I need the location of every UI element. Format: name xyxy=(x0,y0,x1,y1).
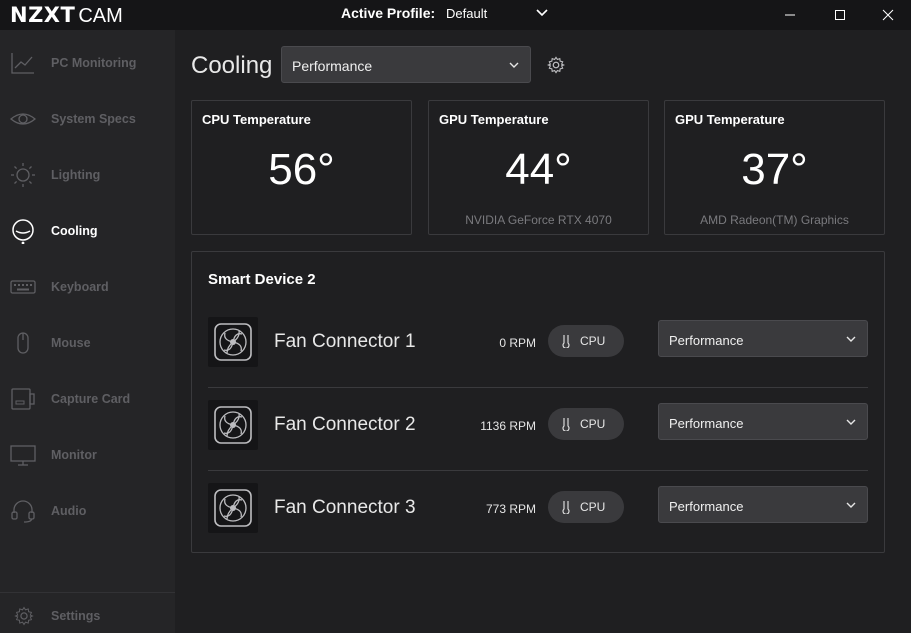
active-profile-label: Active Profile: xyxy=(341,5,436,21)
temp-card-value: 44° xyxy=(505,145,572,194)
cooling-profile-value: Performance xyxy=(292,58,373,74)
cpu-temperature-card: CPU Temperature 56° xyxy=(191,100,412,235)
fan-name: Fan Connector 2 xyxy=(274,414,416,435)
fan-row: Fan Connector 3 773 RPM CPU Performance xyxy=(208,471,868,554)
logo-product: CAM xyxy=(78,5,123,27)
fan-rpm: 773 RPM xyxy=(485,502,536,516)
fan-profile-select[interactable]: Performance xyxy=(658,486,868,523)
sidebar-item-label: Monitor xyxy=(51,448,97,462)
fan-source-button[interactable]: CPU xyxy=(548,491,624,523)
gear-icon xyxy=(14,606,34,626)
fan-icon xyxy=(208,483,258,533)
device-title: Smart Device 2 xyxy=(208,271,316,288)
chevron-down-icon xyxy=(846,419,856,425)
fan-icon xyxy=(208,400,258,450)
fan-source-button[interactable]: CPU xyxy=(548,325,624,357)
nzxt-cam-logo: NZXT CAM xyxy=(10,3,123,27)
chevron-down-icon xyxy=(509,62,519,68)
fan-row: Fan Connector 2 1136 RPM CPU Performance xyxy=(208,388,868,471)
sidebar-item-label: Mouse xyxy=(51,336,91,350)
minimize-icon xyxy=(785,14,795,16)
sidebar-item-label: Lighting xyxy=(51,168,101,182)
fan-source-label: CPU xyxy=(580,500,606,514)
mouse-icon xyxy=(10,330,36,356)
sidebar-item-mouse[interactable]: Mouse xyxy=(0,315,175,371)
sidebar-item-system-specs[interactable]: System Specs xyxy=(0,91,175,147)
chevron-down-icon xyxy=(846,336,856,342)
fan-profile-value: Performance xyxy=(669,499,744,514)
keyboard-icon xyxy=(10,274,36,300)
fan-profile-value: Performance xyxy=(669,416,744,431)
cooling-icon xyxy=(10,218,36,245)
sidebar-item-monitor[interactable]: Monitor xyxy=(0,427,175,483)
page-title: Cooling xyxy=(191,52,273,79)
chevron-down-icon[interactable] xyxy=(535,5,549,19)
sidebar-item-settings[interactable]: Settings xyxy=(0,588,175,633)
close-button[interactable] xyxy=(865,0,911,30)
maximize-icon xyxy=(835,10,845,20)
sun-icon xyxy=(10,162,36,188)
smart-device-panel: Smart Device 2 Fan Connector 1 0 RPM CPU… xyxy=(191,251,885,553)
fan-profile-select[interactable]: Performance xyxy=(658,320,868,357)
fan-name: Fan Connector 3 xyxy=(274,497,416,518)
title-bar: NZXT CAM Active Profile: Default xyxy=(0,0,911,30)
cooling-profile-select[interactable]: Performance xyxy=(281,46,531,83)
sidebar-item-capture-card[interactable]: Capture Card xyxy=(0,371,175,427)
capture-card-icon xyxy=(10,386,36,412)
temp-card-device: AMD Radeon(TM) Graphics xyxy=(700,213,849,227)
fan-rpm: 1136 RPM xyxy=(480,419,536,433)
close-icon xyxy=(882,9,894,21)
temp-card-title: GPU Temperature xyxy=(439,112,549,127)
temp-card-value: 37° xyxy=(741,145,808,194)
active-profile-dropdown[interactable]: Default xyxy=(446,6,487,21)
main-content: Cooling Performance CPU Temperature 56° … xyxy=(175,30,911,633)
minimize-button[interactable] xyxy=(767,0,813,30)
maximize-button[interactable] xyxy=(817,0,863,30)
fan-icon xyxy=(208,317,258,367)
sidebar-item-cooling[interactable]: Cooling xyxy=(0,203,175,259)
fan-profile-value: Performance xyxy=(669,333,744,348)
fan-source-label: CPU xyxy=(580,417,606,431)
sidebar-item-label: PC Monitoring xyxy=(51,56,137,70)
fan-source-label: CPU xyxy=(580,334,606,348)
temp-card-title: GPU Temperature xyxy=(675,112,785,127)
sidebar-item-label: Cooling xyxy=(51,224,98,238)
sidebar-item-pc-monitoring[interactable]: PC Monitoring xyxy=(0,35,175,91)
gpu-temperature-card: GPU Temperature 37° AMD Radeon(TM) Graph… xyxy=(664,100,885,235)
fan-profile-select[interactable]: Performance xyxy=(658,403,868,440)
sidebar-item-label: Settings xyxy=(51,609,101,623)
temp-card-title: CPU Temperature xyxy=(202,112,311,127)
sidebar-item-keyboard[interactable]: Keyboard xyxy=(0,259,175,315)
fan-name: Fan Connector 1 xyxy=(274,331,416,352)
line-chart-icon xyxy=(10,50,36,76)
gear-icon[interactable] xyxy=(547,56,565,74)
headset-icon xyxy=(10,498,36,524)
thermometer-icon xyxy=(562,418,570,431)
thermometer-icon xyxy=(562,501,570,514)
sidebar-item-label: Keyboard xyxy=(51,280,109,294)
fan-row: Fan Connector 1 0 RPM CPU Performance xyxy=(208,305,868,388)
temp-card-device: NVIDIA GeForce RTX 4070 xyxy=(465,213,612,227)
temp-card-value: 56° xyxy=(268,145,335,194)
fan-rpm: 0 RPM xyxy=(499,336,536,350)
sidebar-item-audio[interactable]: Audio xyxy=(0,483,175,539)
fan-source-button[interactable]: CPU xyxy=(548,408,624,440)
eye-icon xyxy=(9,106,37,132)
sidebar-item-lighting[interactable]: Lighting xyxy=(0,147,175,203)
logo-brand: NZXT xyxy=(10,3,76,27)
sidebar-item-label: System Specs xyxy=(51,112,136,126)
sidebar: PC Monitoring System Specs Lighting Cool… xyxy=(0,30,175,633)
gpu-temperature-card: GPU Temperature 44° NVIDIA GeForce RTX 4… xyxy=(428,100,649,235)
chevron-down-icon xyxy=(846,502,856,508)
sidebar-item-label: Audio xyxy=(51,504,87,518)
thermometer-icon xyxy=(562,335,570,348)
monitor-icon xyxy=(10,442,36,468)
sidebar-item-label: Capture Card xyxy=(51,392,131,406)
